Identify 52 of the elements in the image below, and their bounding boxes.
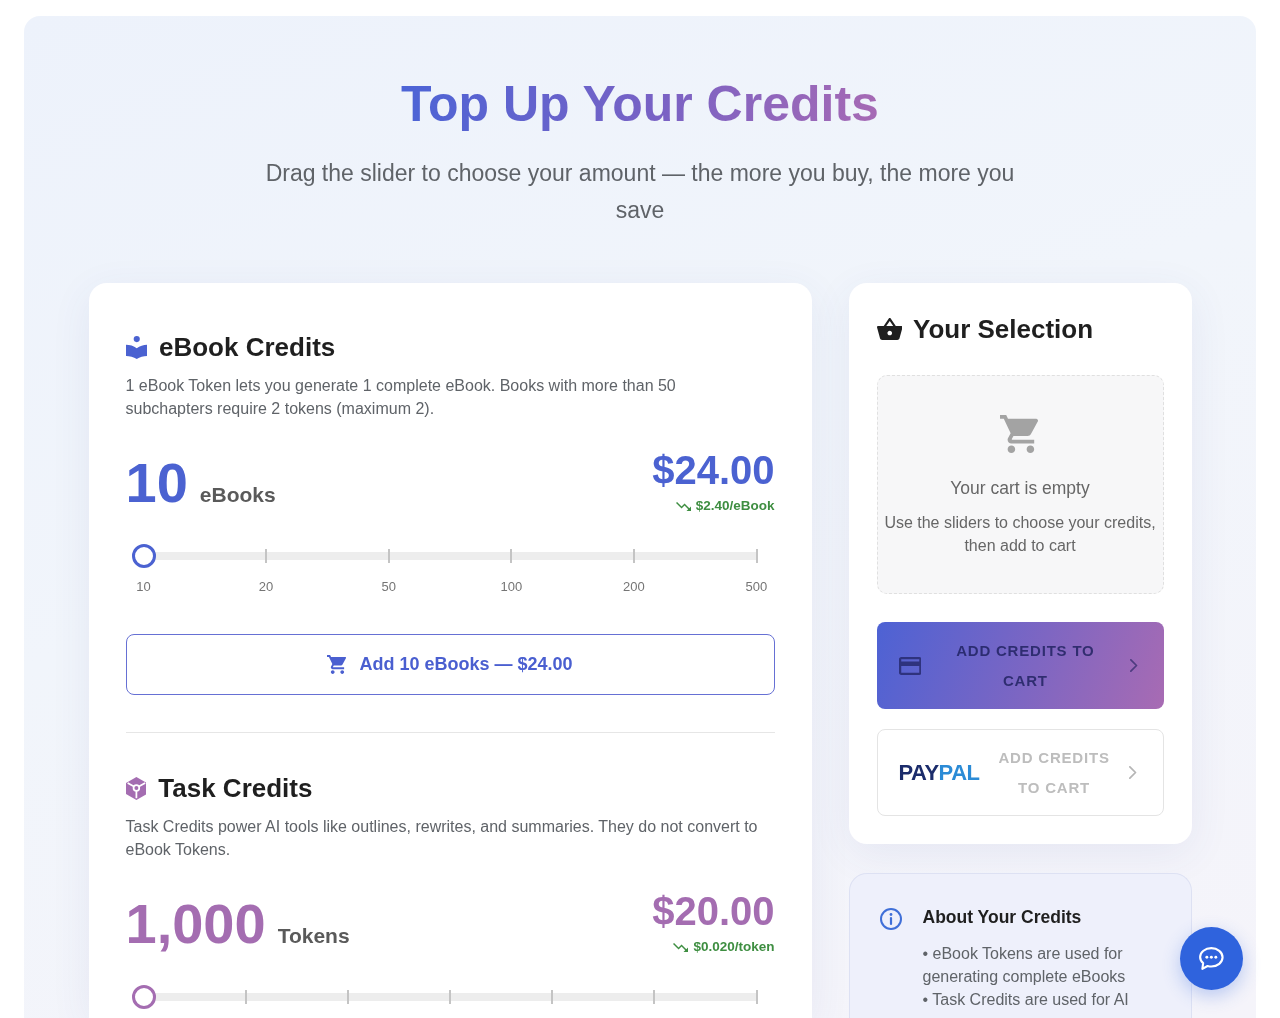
tick-label: 20: [257, 579, 275, 595]
cube-icon: [125, 776, 147, 800]
info-item: • eBook Tokens are used for generating complete eBooks: [922, 943, 1127, 987]
cart-icon: [1000, 415, 1040, 453]
tick-mark: [551, 990, 554, 1004]
tick-mark: [510, 549, 513, 563]
tick-mark: [346, 990, 349, 1004]
tick-mark: [653, 990, 656, 1004]
info-item: • Task Credits are used for AI: [922, 989, 1130, 1010]
empty-cart-text: Use the sliders to choose your credits, then add to cart: [883, 512, 1157, 556]
tick-label: 200: [622, 579, 646, 595]
tick-label: 500: [744, 579, 769, 595]
chevron-right-icon: [1128, 766, 1137, 779]
trend-down-icon: [675, 501, 691, 511]
unit-price: $2.40/eBook: [695, 497, 775, 515]
slider-thumb[interactable]: [131, 544, 156, 568]
quantity-value: 1,000: [125, 896, 266, 952]
tick-label: 50: [380, 579, 397, 595]
empty-cart-title: Your cart is empty: [949, 477, 1091, 500]
section-description: 1 eBook Token lets you generate 1 complete eBook. Books with more than 50 subchapters require 2 tokens (maximum 2).: [125, 375, 677, 419]
price-value: $24.00: [652, 450, 775, 490]
tick-mark: [387, 549, 390, 563]
open-book-icon: [125, 335, 147, 359]
tick-mark: [449, 990, 451, 1004]
quantity-unit: Tokens: [277, 923, 350, 949]
slider-thumb[interactable]: [131, 985, 156, 1009]
tick-mark: [244, 990, 247, 1004]
quantity-unit: eBooks: [199, 482, 276, 508]
chat-icon: [1199, 947, 1224, 970]
trend-down-icon: [673, 942, 689, 952]
price-value: $20.00: [652, 891, 775, 931]
info-icon: [879, 908, 902, 930]
quantity-value: 10: [125, 455, 188, 511]
info-title: About Your Credits: [922, 906, 1083, 928]
tick-label: 10: [135, 579, 152, 595]
payment-logo: PAYPAL: [898, 759, 980, 786]
card-title: Your Selection: [913, 313, 1094, 345]
tick-mark: [755, 990, 758, 1004]
chevron-right-icon: [1129, 659, 1138, 672]
add-to-cart-button[interactable]: Add 10 eBooks — $24.00: [125, 634, 775, 695]
tick-mark: [755, 549, 758, 563]
basket-icon: [876, 318, 902, 340]
unit-price: $0.020/token: [693, 938, 775, 956]
credit-card-icon: [898, 656, 921, 675]
tick-mark: [265, 549, 268, 563]
tick-label: 100: [499, 579, 524, 595]
tick-mark: [632, 549, 635, 563]
section-description: Task Credits power AI tools like outlines, rewrites, and summaries. They do not convert to eBook Tokens.: [125, 816, 759, 860]
section-title: Task Credits: [158, 772, 313, 804]
page-subtitle: Drag the slider to choose your amount — the more you buy, the more you save: [264, 158, 1016, 225]
section-title: eBook Credits: [159, 331, 336, 363]
cart-icon: [327, 655, 348, 674]
